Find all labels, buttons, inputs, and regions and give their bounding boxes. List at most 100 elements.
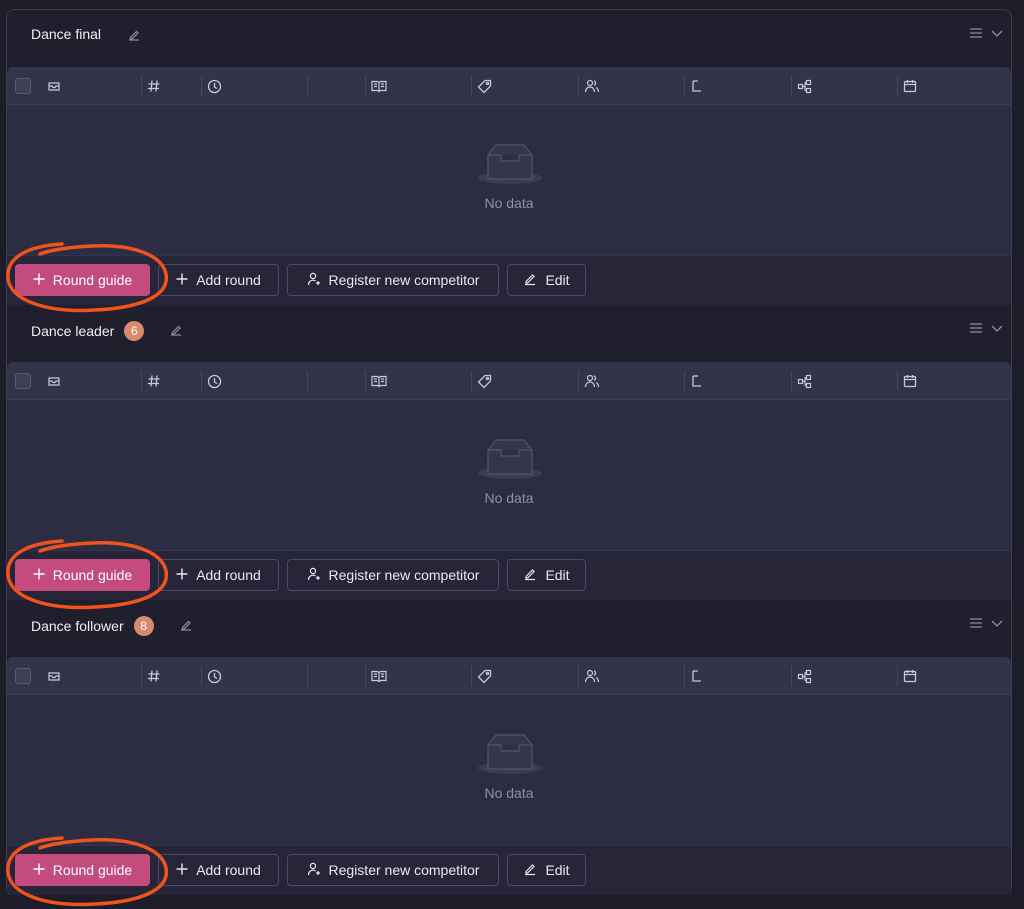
- edit-button[interactable]: Edit: [507, 264, 586, 296]
- rounds-table: No data Round guide Add round Register new …: [7, 657, 1011, 895]
- add-round-label: Add round: [196, 272, 261, 288]
- round-guide-label: Round guide: [52, 567, 133, 583]
- users-icon[interactable]: [584, 67, 600, 105]
- section-title: Dance follower: [31, 618, 124, 634]
- column-separator: [141, 666, 142, 686]
- clock-icon[interactable]: [207, 657, 222, 695]
- column-separator: [307, 666, 308, 686]
- empty-state: No data: [7, 400, 1011, 550]
- cluster-icon[interactable]: [797, 362, 812, 400]
- add-round-label: Add round: [196, 862, 261, 878]
- count-badge: 6: [124, 321, 145, 341]
- calendar-icon[interactable]: [903, 362, 917, 400]
- column-separator: [791, 371, 792, 391]
- add-round-button[interactable]: Add round: [158, 854, 279, 886]
- edit-title-icon[interactable]: [179, 618, 193, 632]
- section-controls: [969, 321, 1003, 335]
- inbox-icon[interactable]: [47, 362, 61, 400]
- chevron-down-icon[interactable]: [991, 27, 1003, 39]
- section-controls: [969, 616, 1003, 630]
- chevron-down-icon[interactable]: [991, 322, 1003, 334]
- edit-label: Edit: [545, 862, 570, 878]
- table-header: [7, 362, 1011, 400]
- menu-icon[interactable]: [969, 616, 983, 630]
- hash-icon[interactable]: [147, 67, 161, 105]
- hash-icon[interactable]: [147, 362, 161, 400]
- edit-label: Edit: [545, 272, 570, 288]
- edit-title-icon[interactable]: [127, 28, 141, 42]
- register-competitor-button[interactable]: Register new competitor: [287, 559, 499, 591]
- select-all-checkbox[interactable]: [15, 668, 31, 684]
- column-separator: [897, 76, 898, 96]
- section-controls: [969, 26, 1003, 40]
- section-title-wrap: Dance leader 6: [31, 321, 145, 341]
- round-guide-button[interactable]: Round guide: [15, 854, 150, 886]
- return-icon[interactable]: [690, 67, 704, 105]
- column-separator: [365, 371, 366, 391]
- register-competitor-button[interactable]: Register new competitor: [287, 264, 499, 296]
- section-title-wrap: Dance final: [31, 26, 101, 42]
- add-round-button[interactable]: Add round: [158, 559, 279, 591]
- book-icon[interactable]: [371, 67, 387, 105]
- round-guide-button[interactable]: Round guide: [15, 559, 150, 591]
- menu-icon[interactable]: [969, 321, 983, 335]
- menu-icon[interactable]: [969, 26, 983, 40]
- empty-inbox-icon: [477, 143, 543, 190]
- register-label: Register new competitor: [328, 272, 480, 288]
- rounds-table: No data Round guide Add round Register new …: [7, 362, 1011, 600]
- column-separator: [897, 371, 898, 391]
- hash-icon[interactable]: [147, 657, 161, 695]
- register-label: Register new competitor: [328, 862, 480, 878]
- column-separator: [897, 666, 898, 686]
- edit-button[interactable]: Edit: [507, 559, 586, 591]
- cluster-icon[interactable]: [797, 67, 812, 105]
- column-separator: [791, 76, 792, 96]
- select-all-checkbox[interactable]: [15, 78, 31, 94]
- column-separator: [684, 666, 685, 686]
- empty-inbox-icon: [477, 438, 543, 485]
- return-icon[interactable]: [690, 657, 704, 695]
- clock-icon[interactable]: [207, 362, 222, 400]
- user-add-icon: [307, 862, 321, 879]
- section-title-wrap: Dance follower 8: [31, 616, 154, 636]
- empty-text: No data: [484, 785, 534, 801]
- chevron-down-icon[interactable]: [991, 617, 1003, 629]
- return-icon[interactable]: [690, 362, 704, 400]
- register-label: Register new competitor: [328, 567, 480, 583]
- edit-button[interactable]: Edit: [507, 854, 586, 886]
- cluster-icon[interactable]: [797, 657, 812, 695]
- users-icon[interactable]: [584, 657, 600, 695]
- book-icon[interactable]: [371, 362, 387, 400]
- edit-title-icon[interactable]: [169, 323, 183, 337]
- column-separator: [578, 666, 579, 686]
- select-all-checkbox[interactable]: [15, 373, 31, 389]
- calendar-icon[interactable]: [903, 67, 917, 105]
- column-separator: [201, 666, 202, 686]
- section-title: Dance leader: [31, 323, 115, 339]
- add-round-button[interactable]: Add round: [158, 264, 279, 296]
- tag-icon[interactable]: [477, 657, 492, 695]
- round-guide-label: Round guide: [52, 272, 133, 288]
- column-separator: [201, 371, 202, 391]
- plus-icon: [176, 567, 188, 583]
- register-competitor-button[interactable]: Register new competitor: [287, 854, 499, 886]
- column-separator: [141, 371, 142, 391]
- empty-state: No data: [7, 105, 1011, 255]
- round-guide-button[interactable]: Round guide: [15, 264, 150, 296]
- inbox-icon[interactable]: [47, 657, 61, 695]
- tag-icon[interactable]: [477, 67, 492, 105]
- section-actions: Round guide Add round Register new competi…: [7, 550, 1011, 600]
- tag-icon[interactable]: [477, 362, 492, 400]
- calendar-icon[interactable]: [903, 657, 917, 695]
- column-separator: [201, 76, 202, 96]
- empty-state: No data: [7, 695, 1011, 845]
- clock-icon[interactable]: [207, 67, 222, 105]
- column-separator: [791, 666, 792, 686]
- users-icon[interactable]: [584, 362, 600, 400]
- section-header: Dance leader 6: [7, 305, 1011, 361]
- book-icon[interactable]: [371, 657, 387, 695]
- section-header: Dance final: [7, 10, 1011, 66]
- column-separator: [684, 76, 685, 96]
- plus-icon: [33, 272, 45, 288]
- inbox-icon[interactable]: [47, 67, 61, 105]
